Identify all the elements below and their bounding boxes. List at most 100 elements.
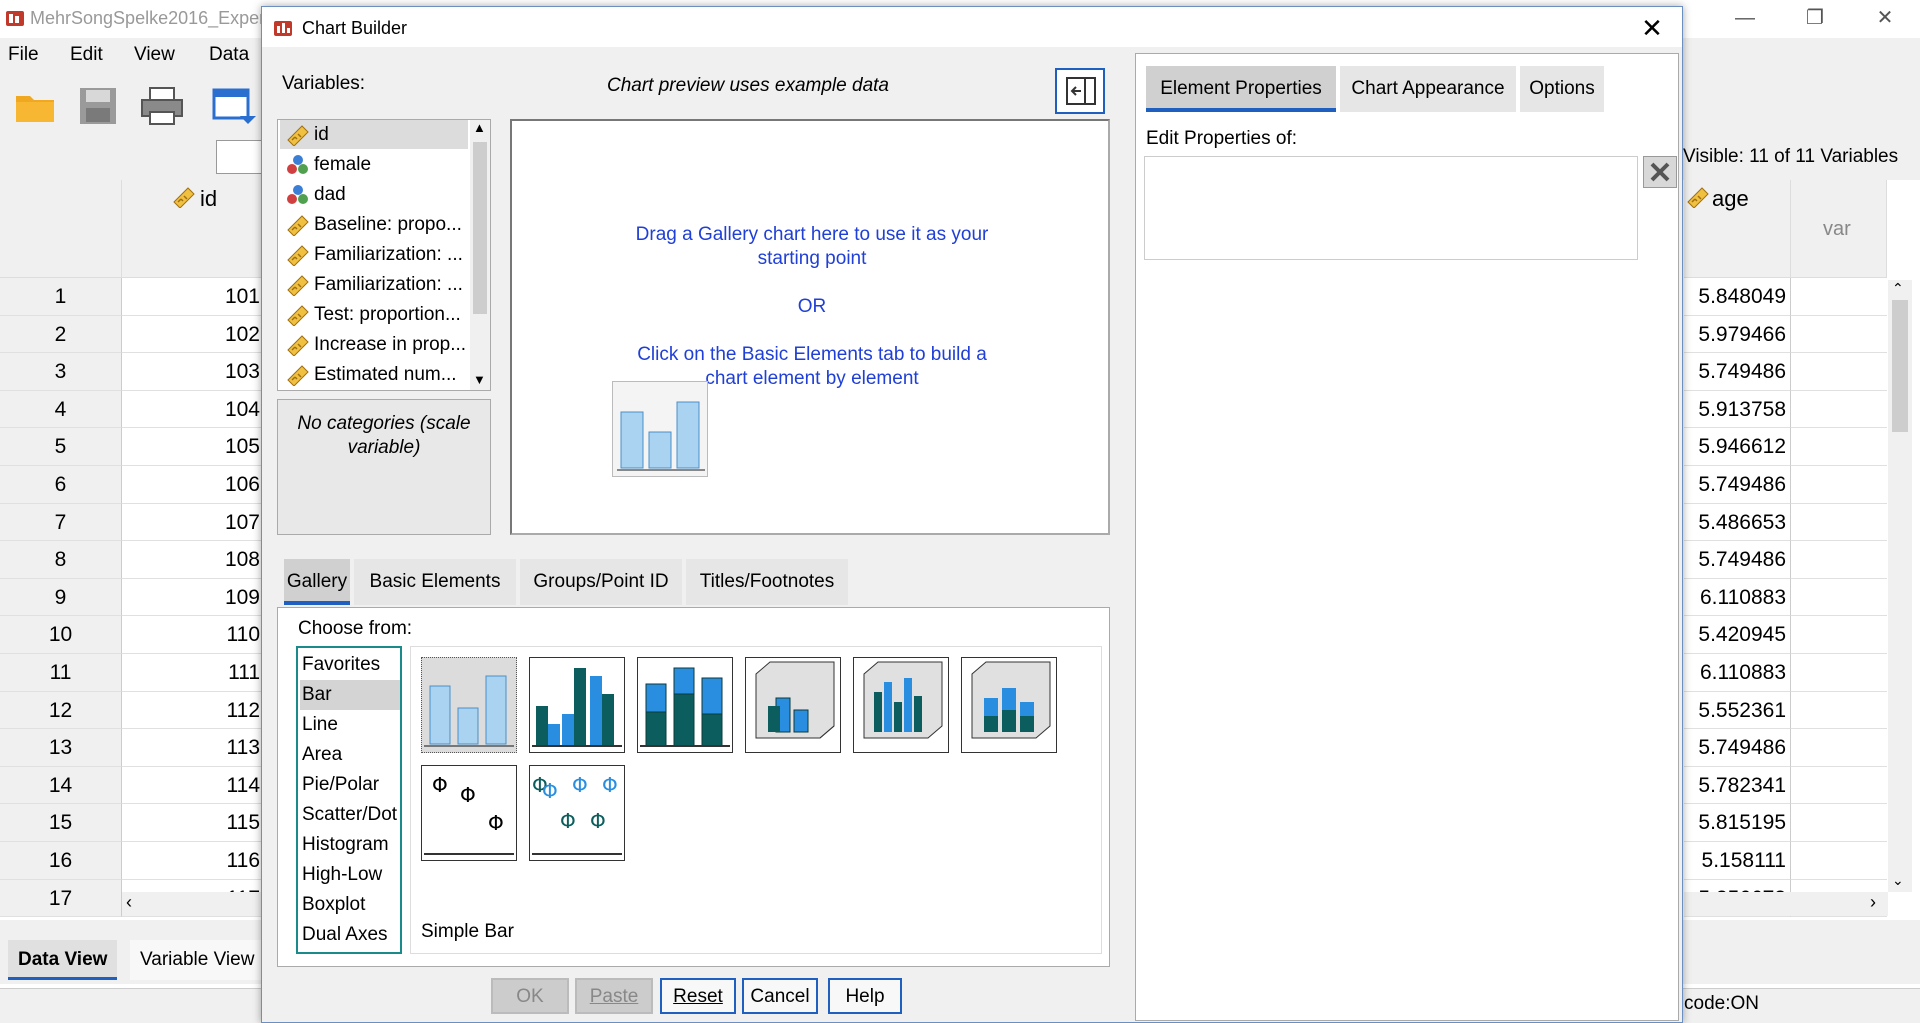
thumb-simple-error-bar[interactable]: Φ Φ Φ bbox=[421, 765, 517, 861]
cell-id[interactable]: 116 bbox=[122, 842, 262, 880]
thumb-clustered-bar[interactable] bbox=[529, 657, 625, 753]
tab-variable-view[interactable]: Variable View bbox=[130, 940, 265, 980]
cell-var[interactable] bbox=[1791, 616, 1887, 654]
cell-id[interactable]: 111 bbox=[122, 654, 262, 692]
cell-var[interactable] bbox=[1791, 692, 1887, 730]
cell-id[interactable]: 115 bbox=[122, 804, 262, 842]
menu-edit[interactable]: Edit bbox=[70, 44, 103, 66]
cell-age[interactable]: 5.749486 bbox=[1684, 353, 1791, 391]
cell-age[interactable]: 5.552361 bbox=[1684, 691, 1791, 730]
chart-type-item[interactable]: Histogram bbox=[300, 830, 400, 860]
cell-age[interactable]: 5.913758 bbox=[1684, 390, 1791, 429]
cell-id[interactable]: 103 bbox=[122, 353, 262, 391]
row-number[interactable]: 2 bbox=[0, 315, 122, 354]
row-number[interactable]: 8 bbox=[0, 541, 122, 579]
cell-id[interactable]: 107 bbox=[122, 504, 262, 542]
cell-age[interactable]: 6.110883 bbox=[1684, 654, 1791, 692]
column-header-age[interactable]: age bbox=[1684, 180, 1791, 278]
variable-item[interactable]: Familiarization: ... bbox=[280, 240, 468, 269]
variables-scroll-up-icon[interactable]: ▲ bbox=[473, 120, 486, 135]
cell-var[interactable] bbox=[1791, 541, 1887, 579]
cell-var[interactable] bbox=[1791, 316, 1887, 354]
tab-element-properties[interactable]: Element Properties bbox=[1146, 66, 1336, 112]
variables-scroll-thumb[interactable] bbox=[473, 142, 487, 314]
help-button[interactable]: Help bbox=[828, 978, 902, 1014]
variable-item[interactable]: female bbox=[280, 150, 468, 179]
thumb-3d-stacked-bar[interactable] bbox=[961, 657, 1057, 753]
tab-titles-footnotes[interactable]: Titles/Footnotes bbox=[686, 559, 848, 605]
tab-data-view[interactable]: Data View bbox=[8, 940, 118, 980]
cell-var[interactable] bbox=[1791, 278, 1887, 316]
minimize-icon[interactable]: — bbox=[1720, 4, 1770, 32]
chart-type-item[interactable]: Boxplot bbox=[300, 890, 400, 920]
row-number[interactable]: 13 bbox=[0, 729, 122, 767]
chart-type-item[interactable]: High-Low bbox=[300, 860, 400, 890]
tab-basic-elements[interactable]: Basic Elements bbox=[354, 559, 516, 605]
cell-id[interactable]: 108 bbox=[122, 541, 262, 579]
dialog-close-icon[interactable]: ✕ bbox=[1632, 13, 1672, 43]
thumb-3d-clustered-bar[interactable] bbox=[853, 657, 949, 753]
cell-id[interactable]: 110 bbox=[122, 616, 262, 654]
row-number[interactable]: 10 bbox=[0, 616, 122, 654]
cell-id[interactable]: 114 bbox=[122, 767, 262, 805]
scroll-right-icon[interactable]: › bbox=[1870, 892, 1876, 913]
row-number[interactable]: 9 bbox=[0, 578, 122, 617]
row-number[interactable]: 11 bbox=[0, 654, 122, 692]
scroll-left-icon[interactable]: ‹ bbox=[126, 892, 132, 913]
row-number[interactable]: 1 bbox=[0, 278, 122, 316]
row-number[interactable]: 17 bbox=[0, 879, 122, 918]
cell-age[interactable]: 5.782341 bbox=[1684, 766, 1791, 805]
cell-age[interactable]: 5.946612 bbox=[1684, 428, 1791, 466]
thumb-clustered-error-bar[interactable]: Φ Φ Φ Φ Φ Φ bbox=[529, 765, 625, 861]
cell-var[interactable] bbox=[1791, 504, 1887, 542]
dialog-recall-icon[interactable] bbox=[212, 86, 256, 126]
edit-properties-list[interactable] bbox=[1144, 156, 1638, 260]
cell-age[interactable]: 5.749486 bbox=[1684, 729, 1791, 767]
variable-item[interactable]: Increase in prop... bbox=[280, 330, 468, 359]
menu-data[interactable]: Data bbox=[209, 44, 249, 66]
thumb-stacked-bar[interactable] bbox=[637, 657, 733, 753]
column-header-var[interactable]: var bbox=[1791, 180, 1887, 278]
variable-item[interactable]: dad bbox=[280, 180, 468, 209]
chart-type-item[interactable]: Scatter/Dot bbox=[300, 800, 400, 830]
cell-var[interactable] bbox=[1791, 729, 1887, 767]
cell-var[interactable] bbox=[1791, 466, 1887, 504]
cell-id[interactable]: 113 bbox=[122, 729, 262, 767]
horizontal-scrollbar-right[interactable]: › bbox=[1684, 892, 1888, 916]
cell-var[interactable] bbox=[1791, 654, 1887, 692]
row-number[interactable]: 12 bbox=[0, 691, 122, 730]
variable-item[interactable]: Familiarization: ... bbox=[280, 270, 468, 299]
cell-id[interactable]: 112 bbox=[122, 692, 262, 730]
scroll-down-icon[interactable]: ⌄ bbox=[1892, 872, 1904, 889]
cell-age[interactable]: 5.749486 bbox=[1684, 541, 1791, 579]
row-number[interactable]: 15 bbox=[0, 804, 122, 842]
row-number[interactable]: 4 bbox=[0, 390, 122, 429]
variable-item[interactable]: id bbox=[280, 120, 468, 149]
delete-element-button[interactable] bbox=[1643, 156, 1677, 188]
cell-id[interactable]: 102 bbox=[122, 316, 262, 354]
tab-gallery[interactable]: Gallery bbox=[284, 559, 350, 605]
thumb-3d-simple-bar[interactable] bbox=[745, 657, 841, 753]
cell-age[interactable]: 5.158111 bbox=[1684, 842, 1791, 880]
collapse-panel-button[interactable] bbox=[1055, 68, 1105, 114]
print-icon[interactable] bbox=[140, 86, 184, 126]
cell-var[interactable] bbox=[1791, 353, 1887, 391]
close-icon[interactable]: ✕ bbox=[1860, 4, 1910, 32]
reset-button[interactable]: Reset bbox=[660, 978, 736, 1014]
save-icon[interactable] bbox=[78, 86, 118, 126]
variables-scroll-down-icon[interactable]: ▼ bbox=[473, 372, 486, 387]
cell-var[interactable] bbox=[1791, 804, 1887, 842]
open-folder-icon[interactable] bbox=[14, 86, 56, 126]
chart-type-item[interactable]: Pie/Polar bbox=[300, 770, 400, 800]
vertical-scroll-thumb[interactable] bbox=[1892, 300, 1908, 432]
cell-id[interactable]: 109 bbox=[122, 579, 262, 617]
row-number[interactable]: 14 bbox=[0, 766, 122, 805]
menu-view[interactable]: View bbox=[134, 44, 175, 66]
variable-item[interactable]: Baseline: propo... bbox=[280, 210, 468, 239]
cell-var[interactable] bbox=[1791, 428, 1887, 466]
cell-var[interactable] bbox=[1791, 842, 1887, 880]
thumb-simple-bar[interactable] bbox=[421, 657, 517, 753]
row-number[interactable]: 3 bbox=[0, 353, 122, 391]
scroll-up-icon[interactable]: ⌃ bbox=[1892, 280, 1904, 297]
variables-list[interactable]: id female dad Baseline: propo... Familiariza… bbox=[277, 119, 491, 391]
